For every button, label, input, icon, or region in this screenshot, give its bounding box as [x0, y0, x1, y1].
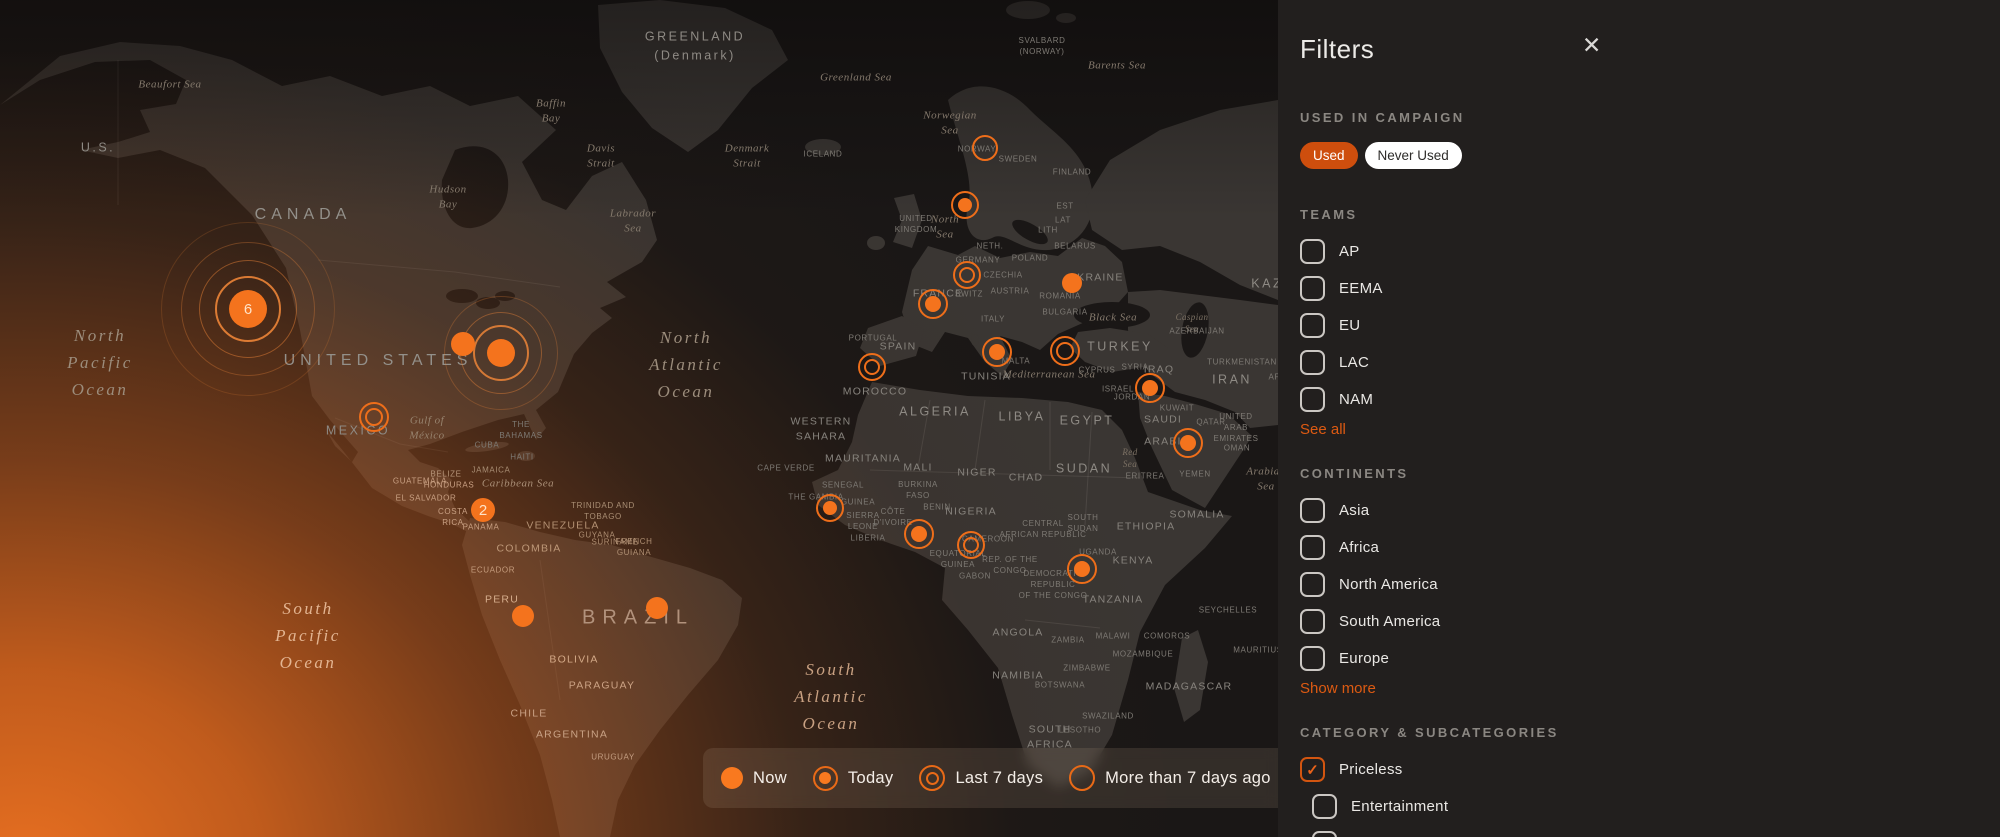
continent-checkbox-europe[interactable]: Europe: [1300, 640, 1760, 677]
unchecked-checkbox-icon[interactable]: [1312, 831, 1337, 837]
checkbox-label: Priceless: [1339, 761, 1403, 778]
legend-item-more-than-7-days-ago: More than 7 days ago: [1069, 765, 1271, 791]
filters-panel: Filters ✕ USED IN CAMPAIGN Used Never Use…: [1278, 0, 2000, 837]
team-checkbox-nam[interactable]: NAM: [1300, 381, 1760, 418]
categories-checklist: ✓ Priceless Entertainment: [1300, 751, 1760, 837]
continent-checkbox-north-america[interactable]: North America: [1300, 566, 1760, 603]
see-all-link[interactable]: See all: [1300, 421, 1346, 438]
map-legend: Now Today Last 7 days More than 7 days ago: [703, 748, 1278, 808]
legend-item-now: Now: [721, 767, 787, 789]
last7-marker-icon: [919, 765, 945, 791]
unchecked-checkbox-icon[interactable]: [1312, 794, 1337, 819]
checkbox-label: EU: [1339, 317, 1360, 334]
section-used-in-campaign: USED IN CAMPAIGN Used Never Used: [1300, 110, 1760, 169]
show-more-link[interactable]: Show more: [1300, 680, 1376, 697]
section-heading: TEAMS: [1300, 207, 1760, 222]
panel-title: Filters: [1300, 34, 1374, 65]
checkbox-label: South America: [1339, 613, 1440, 630]
continent-checkbox-asia[interactable]: Asia: [1300, 492, 1760, 529]
unchecked-checkbox-icon[interactable]: [1300, 387, 1325, 412]
legend-label: Last 7 days: [955, 769, 1043, 788]
world-map-landmass: [0, 0, 1278, 837]
legend-label: Today: [848, 769, 894, 788]
teams-checklist: AP EEMA EU LAC NAM: [1300, 233, 1760, 418]
checkbox-label: Entertainment: [1351, 798, 1448, 815]
category-checkbox-entertainment[interactable]: Entertainment: [1312, 788, 1760, 825]
unchecked-checkbox-icon[interactable]: [1300, 646, 1325, 671]
section-teams: TEAMS AP EEMA EU LAC NAM See all: [1300, 207, 1760, 439]
section-continents: CONTINENTS Asia Africa North America South …: [1300, 466, 1760, 698]
continent-checkbox-africa[interactable]: Africa: [1300, 529, 1760, 566]
section-heading: USED IN CAMPAIGN: [1300, 110, 1760, 125]
legend-item-today: Today: [813, 766, 894, 791]
unchecked-checkbox-icon[interactable]: [1300, 535, 1325, 560]
unchecked-checkbox-icon[interactable]: [1300, 313, 1325, 338]
checkbox-label: Africa: [1339, 539, 1379, 556]
legend-label: Now: [753, 769, 787, 788]
category-checkbox-blank[interactable]: [1312, 825, 1760, 837]
checkbox-label: LAC: [1339, 354, 1369, 371]
checkbox-label: Asia: [1339, 502, 1369, 519]
now-marker-icon: [721, 767, 743, 789]
checkbox-label: AP: [1339, 243, 1360, 260]
checked-checkbox-icon[interactable]: ✓: [1300, 757, 1325, 782]
unchecked-checkbox-icon[interactable]: [1300, 239, 1325, 264]
checkbox-label: Europe: [1339, 650, 1389, 667]
continents-checklist: Asia Africa North America South America Euro…: [1300, 492, 1760, 677]
app-window: North Pacific OceanNorth Atlantic OceanS…: [0, 0, 2000, 837]
team-checkbox-ap[interactable]: AP: [1300, 233, 1760, 270]
unchecked-checkbox-icon[interactable]: [1300, 609, 1325, 634]
team-checkbox-eema[interactable]: EEMA: [1300, 270, 1760, 307]
section-heading: CONTINENTS: [1300, 466, 1760, 481]
checkbox-label: NAM: [1339, 391, 1373, 408]
today-marker-icon: [813, 766, 838, 791]
unchecked-checkbox-icon[interactable]: [1300, 276, 1325, 301]
continent-checkbox-south-america[interactable]: South America: [1300, 603, 1760, 640]
legend-label: More than 7 days ago: [1105, 769, 1271, 788]
campaign-chip-used[interactable]: Used: [1300, 142, 1358, 169]
section-heading: CATEGORY & SUBCATEGORIES: [1300, 725, 1760, 740]
checkbox-label: EEMA: [1339, 280, 1383, 297]
campaign-chip-never-used[interactable]: Never Used: [1365, 142, 1462, 169]
unchecked-checkbox-icon[interactable]: [1300, 350, 1325, 375]
unchecked-checkbox-icon[interactable]: [1300, 572, 1325, 597]
close-icon[interactable]: ✕: [1582, 34, 1601, 57]
category-checkbox-priceless[interactable]: ✓ Priceless: [1300, 751, 1760, 788]
team-checkbox-lac[interactable]: LAC: [1300, 344, 1760, 381]
section-categories: CATEGORY & SUBCATEGORIES ✓ Priceless Enter…: [1300, 725, 1760, 837]
legend-item-last-7-days: Last 7 days: [919, 765, 1043, 791]
campaign-chips: Used Never Used: [1300, 142, 1760, 169]
checkbox-label: North America: [1339, 576, 1438, 593]
world-map-canvas[interactable]: North Pacific OceanNorth Atlantic OceanS…: [0, 0, 1278, 837]
unchecked-checkbox-icon[interactable]: [1300, 498, 1325, 523]
older-marker-icon: [1069, 765, 1095, 791]
team-checkbox-eu[interactable]: EU: [1300, 307, 1760, 344]
